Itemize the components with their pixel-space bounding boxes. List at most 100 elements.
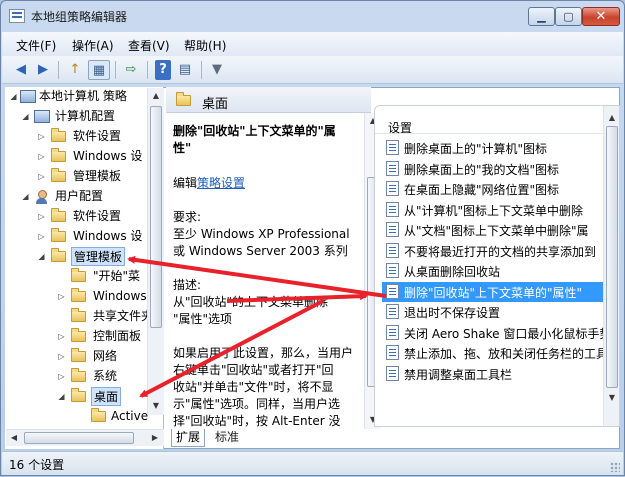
forward-icon[interactable]: ▶ — [32, 60, 54, 80]
back-icon[interactable]: ◀ — [10, 60, 32, 80]
policy-setting-icon — [386, 345, 399, 360]
setting-row[interactable]: 在桌面上隐藏"网络位置"图标 — [382, 179, 604, 199]
setting-row[interactable]: 不要将最近打开的文档的共享添加到 — [382, 241, 604, 261]
setting-row[interactable]: 禁用调整桌面工具栏 — [382, 364, 604, 384]
setting-row[interactable]: 关闭 Aero Shake 窗口最小化鼠标手势 — [382, 323, 604, 343]
policy-setting-icon — [386, 160, 399, 176]
scroll-left-icon[interactable]: ◀ — [6, 430, 22, 446]
tree-vertical-scrollbar[interactable]: ▲ ▼ — [147, 88, 164, 415]
show-tree-icon[interactable]: ▦ — [88, 60, 110, 80]
app-icon — [9, 9, 25, 23]
collapse-icon[interactable]: ◢ — [21, 192, 30, 201]
folder-icon — [71, 268, 86, 282]
expand-icon[interactable]: ▷ — [37, 132, 46, 141]
folder-icon — [51, 128, 66, 142]
expand-icon[interactable]: ▷ — [37, 152, 46, 161]
expand-icon[interactable]: ▷ — [37, 212, 46, 221]
setting-label: 退出时不保存设置 — [404, 306, 501, 320]
list-scrollbar[interactable]: ▲ ▼ — [603, 106, 619, 426]
setting-row[interactable]: 禁止添加、拖、放和关闭任务栏的工具 — [382, 343, 604, 363]
minimize-button[interactable]: ▁ — [528, 7, 555, 26]
edit-policy-line: 编辑策略设置 — [173, 175, 245, 192]
menu-action[interactable]: 操作(A) — [72, 37, 114, 54]
description-pane: 删除"回收站"上下文菜单的"属 性" 编辑策略设置 要求: 至少 Windows… — [166, 113, 364, 431]
tree-label: 网络 — [93, 349, 118, 363]
toolbar-separator — [115, 61, 116, 79]
tab-extended[interactable]: 扩展 — [171, 429, 206, 447]
tab-standard[interactable]: 标准 — [211, 429, 243, 447]
description-text: 从"回收站"的上下文菜单删除 — [173, 295, 329, 309]
scroll-up-icon[interactable]: ▲ — [604, 110, 619, 126]
close-button[interactable]: ✕ — [582, 7, 620, 26]
edit-policy-link[interactable]: 策略设置 — [197, 176, 245, 190]
policy-setting-icon — [386, 263, 399, 278]
collapse-icon[interactable]: ◢ — [37, 252, 46, 261]
menu-view[interactable]: 查看(V) — [128, 37, 170, 54]
setting-label: 从"计算机"图标上下文菜单中删除 — [404, 203, 584, 218]
export-list-icon[interactable]: ⇨ — [120, 60, 142, 80]
filter-icon[interactable]: ▼ — [206, 60, 228, 80]
tree-label: 软件设置 — [73, 209, 122, 223]
tree-horizontal-scrollbar[interactable]: ◀ ▶ — [6, 429, 164, 446]
computer-icon — [20, 90, 36, 103]
expand-icon[interactable]: ▷ — [37, 172, 46, 181]
help-icon[interactable]: ? — [155, 60, 171, 80]
tree-label: 本地计算机 策略 — [39, 89, 127, 103]
folder-icon — [71, 328, 86, 342]
expand-icon[interactable]: ▷ — [57, 372, 66, 381]
policy-title: 删除"回收站"上下文菜单的"属 — [173, 124, 336, 138]
status-bar: 16 个设置 — [2, 451, 623, 475]
resize-grip-icon[interactable] — [610, 462, 620, 472]
scroll-down-icon[interactable]: ▼ — [604, 390, 619, 406]
menu-help[interactable]: 帮助(H) — [184, 37, 226, 54]
up-folder-icon[interactable]: ↑ — [64, 60, 86, 80]
title-bar[interactable]: 本地组策略编辑器 ▁ ▢ ✕ — [1, 1, 624, 31]
tree-label: 控制面板 — [93, 329, 142, 343]
expand-icon[interactable]: ▷ — [57, 352, 66, 361]
collapse-icon[interactable]: ◢ — [57, 392, 66, 401]
menu-file[interactable]: 文件(F) — [16, 37, 56, 54]
expand-icon[interactable]: ▷ — [57, 332, 66, 341]
user-icon — [34, 189, 50, 205]
setting-row[interactable]: 删除桌面上的"计算机"图标 — [382, 138, 604, 158]
scroll-right-icon[interactable]: ▶ — [147, 430, 163, 446]
details-title: 桌面 — [202, 97, 229, 112]
expand-icon[interactable]: ▷ — [57, 292, 66, 301]
tree-label: Windows 设 — [73, 149, 143, 163]
setting-row[interactable]: 删除桌面上的"我的文档"图标 — [382, 159, 604, 179]
policy-setting-icon — [386, 283, 399, 299]
requirements-text: 或 Windows Server 2003 系列 — [173, 244, 348, 258]
column-header-setting[interactable]: 设置 — [375, 106, 604, 135]
setting-row[interactable]: 从"文档"图标上下文菜单中删除"属 — [382, 220, 604, 240]
folder-icon — [51, 148, 66, 162]
scroll-down-icon[interactable]: ▼ — [148, 398, 164, 414]
expand-icon[interactable]: ▷ — [37, 232, 46, 241]
scroll-thumb[interactable] — [606, 126, 618, 388]
scroll-thumb[interactable] — [150, 106, 162, 328]
setting-row[interactable]: 从桌面删除回收站 — [382, 261, 604, 281]
setting-row[interactable]: 删除"回收站"上下文菜单的"属性" — [382, 281, 604, 302]
collapse-icon[interactable]: ◢ — [21, 112, 30, 121]
setting-label: 从桌面删除回收站 — [404, 265, 501, 279]
tree-label: 桌面 — [91, 387, 122, 406]
scroll-up-icon[interactable]: ▲ — [148, 88, 164, 104]
scroll-thumb[interactable] — [24, 432, 134, 444]
policy-title-cont: 性" — [173, 141, 192, 155]
maximize-button[interactable]: ▢ — [555, 7, 582, 26]
requirements-label: 要求: — [173, 210, 202, 224]
status-text: 16 个设置 — [9, 458, 65, 472]
folder-icon — [71, 348, 86, 362]
tree-label: 共享文件夹 — [93, 309, 154, 323]
setting-label: 删除"回收站"上下文菜单的"属性" — [404, 285, 583, 300]
setting-row[interactable]: 从"计算机"图标上下文菜单中删除 — [382, 200, 604, 220]
settings-list-pane: 设置 删除桌面上的"计算机"图标 删除桌面上的"我的文档"图标 在桌面上隐藏"网络位… — [374, 105, 620, 427]
folder-icon — [51, 228, 66, 242]
folder-icon — [71, 368, 86, 382]
properties-icon[interactable]: ▤ — [174, 60, 196, 80]
tree-label: 管理模板 — [73, 169, 122, 183]
body-text: 收站"并单击"文件"时，将不显 — [173, 380, 334, 394]
description-text: "属性"选项 — [173, 312, 233, 326]
setting-row[interactable]: 退出时不保存设置 — [382, 302, 604, 322]
collapse-icon[interactable]: ◢ — [9, 92, 18, 101]
toolbar-separator — [58, 61, 59, 79]
